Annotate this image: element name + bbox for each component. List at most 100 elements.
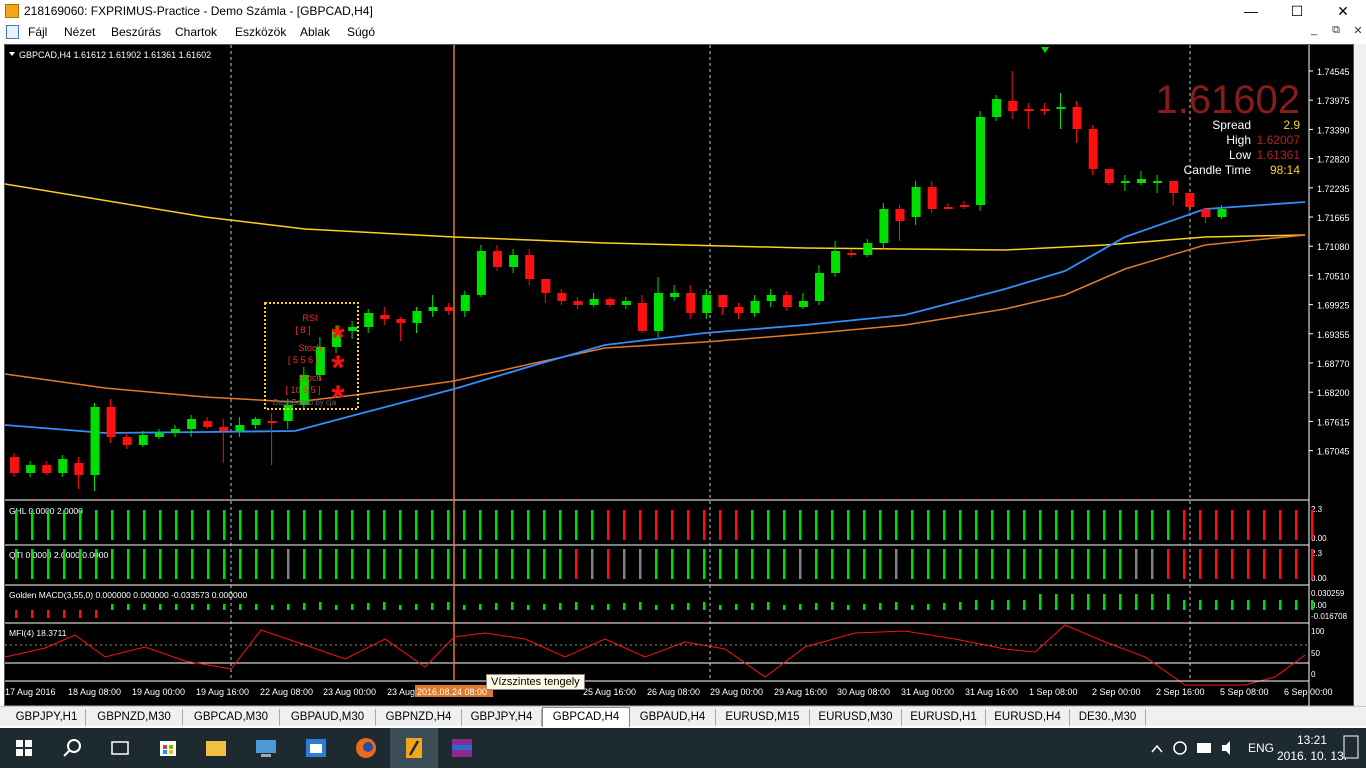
ghl-bar [591,510,594,540]
time-axis-label-13: 31 Aug 00:00 [901,687,954,697]
candle-body [895,209,905,221]
candle-body [863,243,873,255]
macd-bar [527,605,530,610]
macd-bar [351,604,354,610]
time-axis-label-0: 17 Aug 2016 [5,687,56,697]
macd-bar [511,602,514,610]
ghl-bar [991,510,994,540]
candle-body [1088,129,1098,169]
qti-bar [143,549,146,579]
firefox-icon[interactable] [356,738,376,758]
file-explorer-icon[interactable] [206,741,226,756]
menu-insert[interactable]: Beszúrás [111,25,161,39]
tab-eurusd-m30[interactable]: EURUSD,M30 [810,709,902,726]
qti-bar [1087,549,1090,579]
winrar-icon[interactable] [452,739,472,757]
tab-gbpcad-h4[interactable]: GBPCAD,H4 [542,707,630,727]
qti-bar [655,549,658,579]
tab-de30-m30[interactable]: DE30.,M30 [1070,709,1146,726]
metatrader-icon[interactable] [390,728,438,768]
network-icon [1173,741,1187,755]
qti-bar [479,549,482,579]
ghl-bar [655,510,658,540]
candle-body [782,295,792,307]
tab-gbpnzd-h4[interactable]: GBPNZD,H4 [376,709,462,726]
qti-bar [1263,549,1266,579]
qti-bar [591,549,594,579]
ghl-bar [831,510,834,540]
chart-tabs: GBPJPY,H1 GBPNZD,M30 GBPCAD,M30 GBPAUD,M30 G… [0,706,1366,727]
macd-bar [111,604,114,610]
outlook-icon[interactable] [306,739,326,757]
tab-eurusd-h4[interactable]: EURUSD,H4 [986,709,1070,726]
chart-canvas[interactable]: 1.74545 1.73975 1.73390 1.72820 1.72235 1.716… [5,45,1355,707]
axis-tooltip: Vízszintes tengely [486,674,585,690]
macd-bar [1055,594,1058,610]
ghl-bar [447,510,450,540]
vertical-scrollbar[interactable] [1354,44,1366,706]
qti-bar [639,549,642,579]
close-button[interactable]: ✕ [1320,0,1366,22]
mdi-restore-button[interactable]: ⧉ [1328,24,1344,37]
tab-gbpjpy-h4[interactable]: GBPJPY,H4 [462,709,542,726]
ghl-bar [95,510,98,540]
qti-bar [799,549,802,579]
search-icon[interactable] [63,739,81,757]
candle-body [686,293,696,313]
ghl-bar [895,510,898,540]
macd-bar [335,605,338,610]
tab-eurusd-m15[interactable]: EURUSD,M15 [716,709,810,726]
qti-bar [1055,549,1058,579]
minimize-button[interactable]: — [1228,0,1274,22]
candle-body [283,405,293,421]
menu-help[interactable]: Súgó [347,25,375,39]
ghl-bar [719,510,722,540]
store-icon[interactable] [160,741,176,756]
menu-charts[interactable]: Chartok [175,25,217,39]
qti-bar [927,549,930,579]
candle-body [557,293,567,301]
qti-bar [319,549,322,579]
start-icon[interactable] [16,740,32,756]
macd-bar [1295,600,1298,610]
qti-bar [463,549,466,579]
computer-icon[interactable] [256,740,276,757]
ghl-bar [287,510,290,540]
panel-label-3: MFI(4) 18.3711 [9,628,67,638]
info-label-3: Candle Time [1184,163,1252,177]
tab-gbpjpy-h1[interactable]: GBPJPY,H1 [8,709,86,726]
ghl-bar [479,510,482,540]
task-view-icon[interactable] [111,741,129,755]
ghl-bar [1071,510,1074,540]
qti-bar [79,549,82,579]
menu-tools[interactable]: Eszközök [235,25,286,39]
candle-body [219,427,229,431]
candle-body [750,301,760,313]
ghl-bar [911,510,914,540]
macd-bar [1183,600,1186,610]
tab-gbpcad-m30[interactable]: GBPCAD,M30 [183,709,280,726]
mdi-minimize-button[interactable]: _ [1306,24,1322,36]
macd-bar [1119,594,1122,610]
macd-bar [1215,600,1218,610]
macd-bar [143,604,146,610]
tab-gbpaud-h4[interactable]: GBPAUD,H4 [630,709,716,726]
mdi-close-button[interactable]: ✕ [1350,24,1366,37]
ghl-bar [191,510,194,540]
tab-eurusd-h1[interactable]: EURUSD,H1 [902,709,986,726]
tab-gbpnzd-m30[interactable]: GBPNZD,M30 [86,709,183,726]
qti-bar [1167,549,1170,579]
document-icon[interactable] [6,25,19,39]
qti-bar [1135,549,1138,579]
chart-window[interactable]: 1.74545 1.73975 1.73390 1.72820 1.72235 1.716… [4,44,1355,707]
price-axis-label: 1.69355 [1317,330,1350,340]
candle-body [1008,101,1018,111]
menu-view[interactable]: Nézet [64,25,95,39]
macd-bar [719,605,722,610]
dashboard-label-0: RSI [302,313,317,323]
candle-body [654,293,663,331]
maximize-button[interactable]: ☐ [1274,0,1320,22]
menu-file[interactable]: Fájl [28,25,47,39]
menu-window[interactable]: Ablak [300,25,330,39]
tab-gbpaud-m30[interactable]: GBPAUD,M30 [280,709,376,726]
